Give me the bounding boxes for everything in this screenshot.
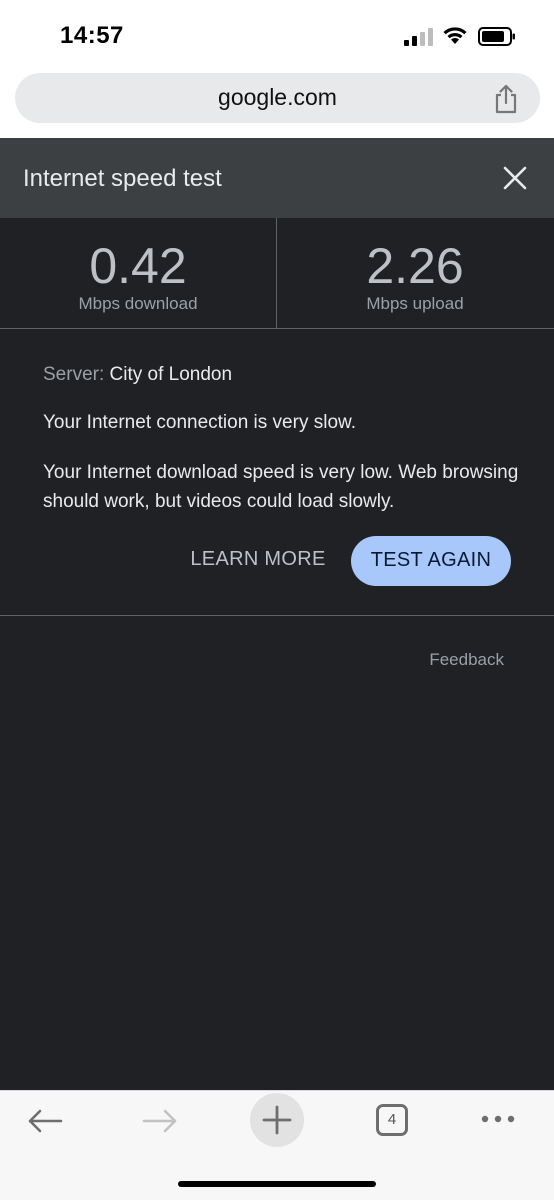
status-time: 14:57 (60, 22, 124, 49)
speed-test-panel: Internet speed test 0.42 Mbps download 2… (0, 138, 554, 1090)
upload-stat: 2.26 Mbps upload (277, 218, 553, 328)
download-stat: 0.42 Mbps download (0, 218, 276, 328)
server-label: Server: (43, 364, 105, 385)
upload-unit: Mbps upload (366, 294, 464, 313)
home-indicator[interactable] (178, 1181, 376, 1187)
test-again-button[interactable]: TEST AGAIN (351, 536, 511, 586)
upload-value: 2.26 (366, 238, 464, 294)
forward-arrow-icon[interactable] (142, 1109, 178, 1133)
url-text: google.com (218, 84, 337, 110)
download-value: 0.42 (89, 238, 187, 294)
new-tab-button[interactable] (250, 1093, 304, 1147)
tab-switcher-button[interactable]: 4 (376, 1104, 408, 1136)
plus-icon (262, 1105, 292, 1135)
share-icon[interactable] (493, 84, 519, 114)
server-value: City of London (109, 364, 233, 385)
speed-results: 0.42 Mbps download 2.26 Mbps upload (0, 218, 554, 329)
address-bar[interactable]: google.com (15, 73, 540, 123)
wifi-icon (443, 27, 467, 44)
cellular-signal-icon (404, 28, 433, 46)
more-menu-icon[interactable] (480, 1113, 516, 1125)
learn-more-button[interactable]: LEARN MORE (186, 536, 330, 586)
connection-message: Your Internet connection is very slow. (43, 412, 356, 433)
panel-title: Internet speed test (23, 165, 222, 192)
panel-divider (0, 615, 554, 616)
panel-header: Internet speed test (0, 138, 554, 218)
close-icon[interactable] (502, 165, 528, 191)
download-unit: Mbps download (78, 294, 198, 313)
status-bar: 14:57 (0, 0, 554, 68)
server-info: Server: City of London (43, 363, 523, 387)
battery-icon (478, 27, 515, 46)
feedback-link[interactable]: Feedback (429, 650, 504, 670)
speed-detail-message: Your Internet download speed is very low… (43, 462, 519, 512)
back-arrow-icon[interactable] (27, 1109, 63, 1133)
